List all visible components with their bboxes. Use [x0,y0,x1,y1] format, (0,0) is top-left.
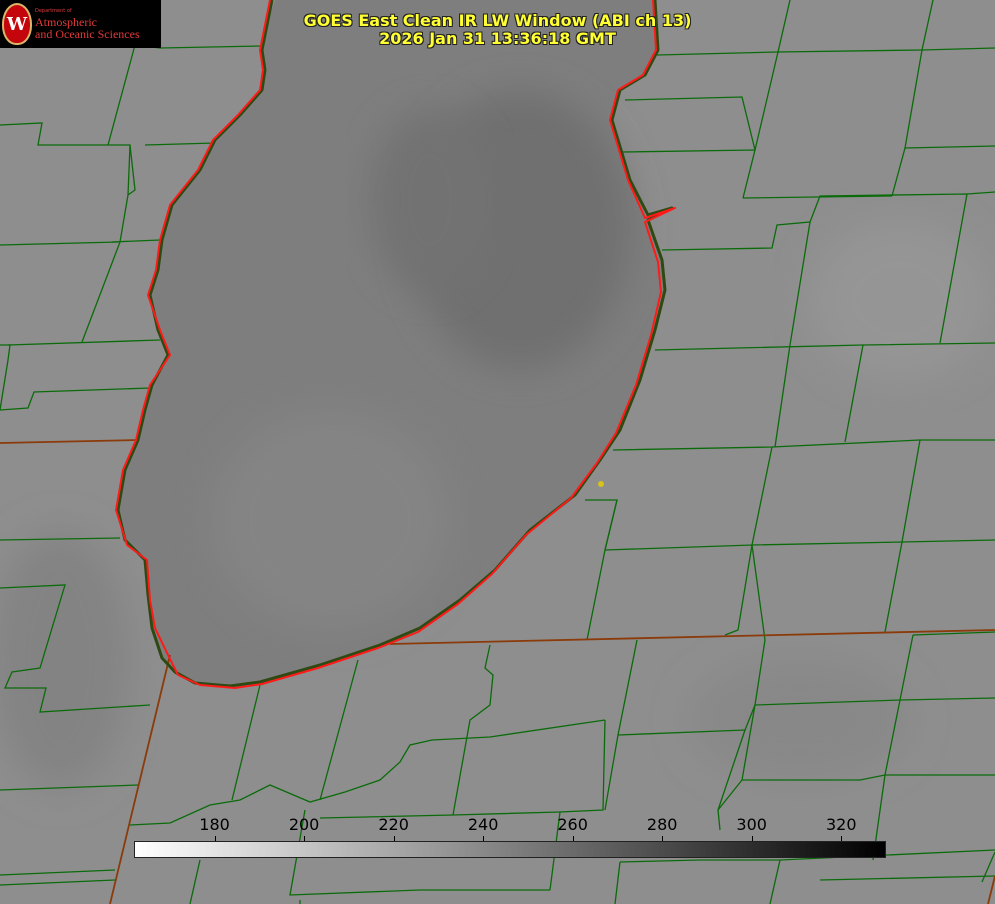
colorbar-tick-label: 240 [467,815,499,834]
satellite-map [0,0,995,904]
image-title: GOES East Clean IR LW Window (ABI ch 13) [303,11,692,30]
cloud-texture [810,220,990,380]
lake-texture [210,410,450,630]
colorbar-tick-label: 280 [646,815,678,834]
colorbar-tick-label: 320 [825,815,857,834]
location-marker [598,481,604,487]
aos-logo[interactable]: W Department of Atmospheric and Oceanic … [0,0,161,48]
colorbar-tick-label: 180 [199,815,230,834]
lake-texture [370,110,490,290]
colorbar-tick-label: 260 [557,815,588,834]
colorbar [134,841,886,858]
colorbar-tick-label: 200 [288,815,320,834]
colorbar-tick-label: 300 [736,815,767,834]
logo-dept: Department of [35,7,72,14]
colorbar-tick-label: 220 [378,815,409,834]
uw-seal-icon: W [2,3,32,45]
logo-text: Department of Atmospheric and Oceanic Sc… [35,7,140,41]
cloud-texture [690,660,910,780]
logo-line-1: Atmospheric [35,14,97,29]
logo-line-2: and Oceanic Sciences [35,26,140,41]
image-timestamp: 2026 Jan 31 13:36:18 GMT [379,29,616,48]
